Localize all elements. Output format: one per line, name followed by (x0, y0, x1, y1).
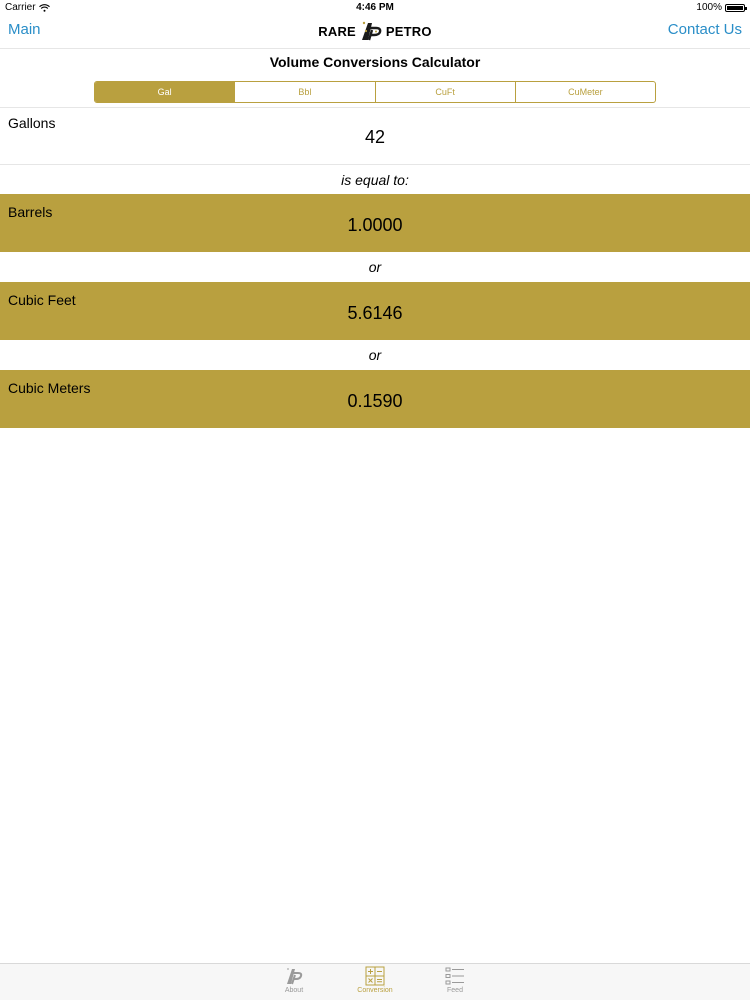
logo-text-rare: RARE (318, 23, 356, 39)
or-text: or (368, 347, 382, 363)
result-row-cubic-meters: Cubic Meters 0.1590 (0, 370, 750, 428)
logo-text-petro: PETRO (385, 23, 432, 39)
result-value: 1.0000 (347, 215, 403, 235)
divider (0, 107, 750, 108)
status-time: 4:46 PM (356, 2, 394, 13)
battery-percent: 100% (696, 2, 722, 13)
contact-us-button[interactable]: Contact Us (668, 21, 742, 38)
status-bar: Carrier 4:46 PM 100% (0, 0, 750, 16)
navigation-bar: Main RARE PETRO Contact Us (0, 16, 750, 49)
segment-cuft[interactable]: CuFt (376, 82, 516, 102)
tab-about[interactable]: About (264, 966, 324, 994)
result-value: 5.6146 (347, 303, 403, 323)
tab-label: Conversion (357, 987, 393, 994)
calculator-icon (365, 966, 385, 986)
page-title: Volume Conversions Calculator (269, 54, 481, 70)
divider (0, 164, 750, 165)
gallons-input[interactable]: 42 (0, 127, 750, 148)
tab-bar: About Conversion Feed (0, 963, 750, 1000)
result-value: 0.1590 (347, 391, 403, 411)
segment-bbl[interactable]: Bbl (235, 82, 376, 102)
rare-petro-logo: RARE PETRO (0, 20, 750, 42)
equal-text: is equal to: (341, 172, 409, 188)
status-right: 100% (696, 0, 747, 16)
rp-logo-icon (361, 21, 382, 41)
segment-cumeter[interactable]: CuMeter (516, 82, 655, 102)
segment-gal[interactable]: Gal (95, 82, 236, 102)
result-row-cubic-feet: Cubic Feet 5.6146 (0, 282, 750, 340)
unit-segmented-control: Gal Bbl CuFt CuMeter (94, 81, 656, 103)
tab-label: Feed (447, 987, 463, 994)
or-text: or (368, 259, 382, 275)
list-icon (445, 967, 464, 985)
battery-icon (725, 4, 747, 12)
tab-conversion[interactable]: Conversion (345, 966, 405, 994)
tab-label: About (284, 987, 304, 994)
tab-feed[interactable]: Feed (425, 966, 485, 994)
result-row-barrels: Barrels 1.0000 (0, 194, 750, 252)
logo-icon (287, 968, 303, 985)
